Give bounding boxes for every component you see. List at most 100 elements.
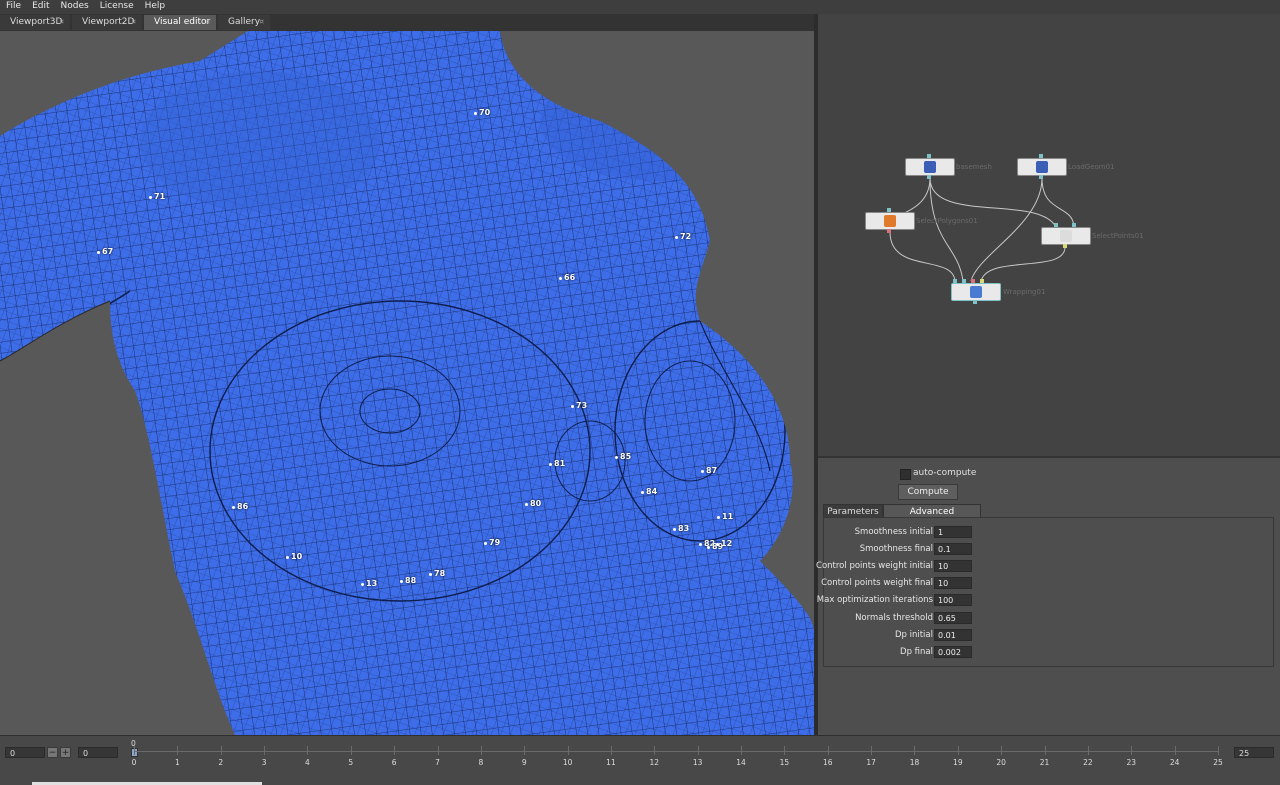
ruler-tick-label: 0 [131,758,137,767]
compute-button[interactable]: Compute [898,484,958,500]
param-label: Max optimization iterations [816,595,933,605]
tab-viewport3d[interactable]: Viewport3D ¤ [0,15,70,30]
landmark-78[interactable]: 78 [428,569,445,578]
landmark-10[interactable]: 10 [285,552,302,561]
input-port[interactable] [927,154,931,158]
tab-label: Visual editor [154,17,211,27]
landmark-83[interactable]: 83 [672,524,689,533]
increment-button[interactable]: + [60,747,71,758]
node-basemesh[interactable] [905,158,955,176]
menu-help[interactable]: Help [139,0,171,11]
node-selectpoints01[interactable] [1041,227,1091,245]
input-port[interactable] [1039,154,1043,158]
timeline-current-field[interactable]: 0 [78,747,118,758]
input-port[interactable] [962,279,966,283]
landmark-13[interactable]: 13 [360,579,377,588]
landmark-87[interactable]: 87 [700,466,717,475]
node-loadgeom01[interactable] [1017,158,1067,176]
landmark-71[interactable]: 71 [148,192,165,201]
ruler-tick [871,746,873,755]
ruler-tick [220,746,222,755]
landmark-72[interactable]: 72 [674,232,691,241]
tab-advanced-parameters[interactable]: Advanced parameters [883,504,981,531]
param-input[interactable]: 0.65 [934,612,972,624]
landmark-70[interactable]: 70 [473,108,490,117]
ruler-tick-label: 16 [822,758,833,767]
node-graph-editor[interactable]: basemesh LoadGeom01 SelectPolygons01 Sel… [818,14,1280,456]
param-input[interactable]: 0.1 [934,543,972,555]
tab-close-icon[interactable]: ¤ [206,15,210,30]
input-port[interactable] [1072,223,1076,227]
landmark-79[interactable]: 79 [483,538,500,547]
landmark-73[interactable]: 73 [570,401,587,410]
landmark-12[interactable]: 12 [715,539,732,548]
ruler-tick-label: 10 [562,758,573,767]
decrement-button[interactable]: − [47,747,58,758]
timeline-start-field[interactable]: 0 [5,747,45,758]
input-port[interactable] [971,279,975,283]
landmark-66[interactable]: 66 [558,273,575,282]
auto-compute-checkbox[interactable] [900,469,911,480]
input-port[interactable] [1054,223,1058,227]
landmark-84[interactable]: 84 [640,487,657,496]
menu-nodes[interactable]: Nodes [55,0,94,11]
tab-viewport2d[interactable]: Viewport2D ¤ [72,15,142,30]
param-input[interactable]: 0.01 [934,629,972,641]
param-row: Smoothness initial 1 [824,526,1274,540]
tab-visual-editor[interactable]: Visual editor ¤ [144,15,216,30]
node-selectpolygons01[interactable] [865,212,915,230]
param-input[interactable]: 1 [934,526,972,538]
tab-parameters[interactable]: Parameters [823,504,883,518]
ruler-tick-label: 8 [478,758,484,767]
landmark-67[interactable]: 67 [96,247,113,256]
landmark-85[interactable]: 85 [614,452,631,461]
tab-close-icon[interactable]: ¤ [60,15,64,30]
ruler-tick-label: 4 [305,758,310,767]
tab-gallery[interactable]: Gallery ¤ [218,15,270,30]
ruler-tick-label: 23 [1126,758,1137,767]
node-wrapping01[interactable] [951,283,1001,301]
ruler-tick [264,746,266,755]
landmark-80[interactable]: 80 [524,499,541,508]
ruler-tick [524,746,526,755]
ruler-tick [957,746,959,755]
output-port[interactable] [927,175,931,179]
output-port[interactable] [973,300,977,304]
param-input[interactable]: 10 [934,560,972,572]
auto-compute-label: auto-compute [913,468,977,478]
ruler-tick [350,746,352,755]
output-port[interactable] [887,229,891,233]
param-input[interactable]: 10 [934,577,972,589]
tab-close-icon[interactable]: ¤ [132,15,136,30]
timeline-track[interactable] [134,751,1218,752]
ruler-tick-label: 18 [909,758,920,767]
ruler-tick [1218,746,1219,755]
menu-edit[interactable]: Edit [26,0,54,11]
output-port[interactable] [1039,175,1043,179]
load-geometry-icon [1036,161,1048,173]
input-port[interactable] [887,208,891,212]
node-label-selectpoints01: SelectPoints01 [1092,232,1144,240]
landmark-11[interactable]: 11 [716,512,733,521]
landmark-88[interactable]: 88 [399,576,416,585]
ruler-tick-label: 5 [348,758,354,767]
output-port[interactable] [1063,244,1067,248]
input-port[interactable] [953,279,957,283]
menu-license[interactable]: License [94,0,139,11]
landmark-86[interactable]: 86 [231,502,248,511]
torso-mesh [0,31,814,735]
landmark-81[interactable]: 81 [548,459,565,468]
ruler-tick-label: 24 [1169,758,1180,767]
ruler-tick [1044,746,1046,755]
input-port[interactable] [980,279,984,283]
viewport-3d[interactable]: 70 71 67 72 66 73 81 85 87 84 86 80 83 1… [0,31,814,735]
param-row: Control points weight initial 10 [816,560,1274,574]
ruler-tick [1131,746,1133,755]
timeline-end-field[interactable]: 25 [1234,747,1274,758]
param-input[interactable]: 0.002 [934,646,972,658]
param-row: Control points weight final 10 [821,577,1274,591]
tab-label: Viewport2D [82,17,135,27]
menu-file[interactable]: File [0,0,26,11]
param-input[interactable]: 100 [934,594,972,606]
tab-close-icon[interactable]: ¤ [260,15,264,30]
